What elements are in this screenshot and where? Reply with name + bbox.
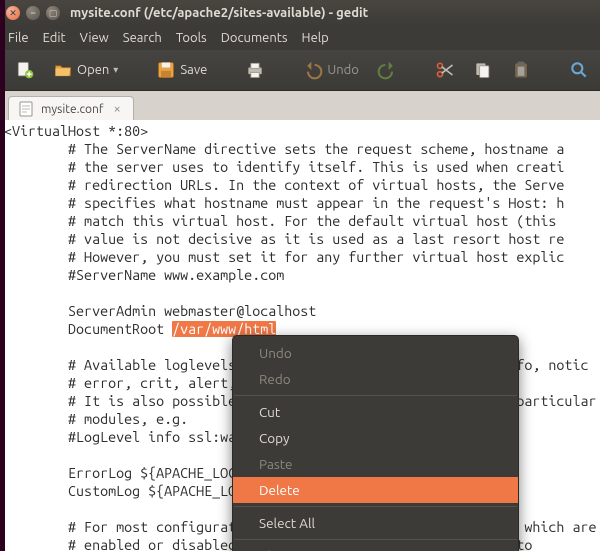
window-controls: ✕ – ▢ <box>6 6 60 20</box>
context-menu-change-case[interactable]: Change Case ▶ <box>233 543 518 551</box>
window-title: mysite.conf (/etc/apache2/sites-availabl… <box>70 6 594 20</box>
context-menu: Undo Redo Cut Copy Paste Delete Select A… <box>232 335 519 551</box>
context-menu-separator <box>234 395 517 396</box>
save-button-label: Save <box>180 63 207 77</box>
search-icon <box>569 60 589 80</box>
document-tab[interactable]: mysite.conf × <box>8 96 134 121</box>
print-button[interactable] <box>240 57 270 83</box>
save-button[interactable]: Save <box>151 57 212 83</box>
context-menu-redo[interactable]: Redo <box>233 366 518 392</box>
window: ✕ – ▢ mysite.conf (/etc/apache2/sites-av… <box>0 0 600 551</box>
menubar: File Edit View Search Tools Documents He… <box>0 26 600 50</box>
find-button[interactable] <box>564 57 594 83</box>
cut-button[interactable] <box>430 57 460 83</box>
launcher-sliver <box>0 0 5 551</box>
context-menu-cut[interactable]: Cut <box>233 399 518 425</box>
save-icon <box>156 60 176 80</box>
scissors-icon <box>435 60 455 80</box>
maximize-window-button[interactable]: ▢ <box>46 6 60 20</box>
titlebar: ✕ – ▢ mysite.conf (/etc/apache2/sites-av… <box>0 0 600 26</box>
context-menu-paste[interactable]: Paste <box>233 451 518 477</box>
document-icon <box>19 101 33 117</box>
context-menu-undo[interactable]: Undo <box>233 340 518 366</box>
copy-icon <box>473 60 493 80</box>
menu-view[interactable]: View <box>80 31 109 45</box>
open-button[interactable]: Open ▾ <box>48 57 123 83</box>
folder-open-icon <box>53 60 73 80</box>
undo-button[interactable]: Undo <box>298 57 364 83</box>
menu-edit[interactable]: Edit <box>43 31 66 45</box>
new-document-icon <box>15 60 35 80</box>
context-menu-select-all[interactable]: Select All <box>233 510 518 536</box>
printer-icon <box>245 60 265 80</box>
open-dropdown-arrow[interactable]: ▾ <box>113 64 118 76</box>
close-window-button[interactable]: ✕ <box>6 6 20 20</box>
new-document-button[interactable] <box>10 57 40 83</box>
menu-documents[interactable]: Documents <box>221 31 288 45</box>
undo-button-label: Undo <box>327 63 359 77</box>
context-menu-delete[interactable]: Delete <box>233 477 518 503</box>
tab-label: mysite.conf <box>41 103 104 116</box>
copy-button[interactable] <box>468 57 498 83</box>
menu-tools[interactable]: Tools <box>176 31 207 45</box>
context-menu-copy[interactable]: Copy <box>233 425 518 451</box>
menu-search[interactable]: Search <box>123 31 162 45</box>
redo-button[interactable] <box>372 57 402 83</box>
minimize-window-button[interactable]: – <box>26 6 40 20</box>
editor-text-before: <VirtualHost *:80> # The ServerName dire… <box>4 123 564 337</box>
redo-icon <box>377 60 397 80</box>
menu-file[interactable]: File <box>8 31 29 45</box>
undo-icon <box>303 60 323 80</box>
context-menu-separator <box>234 506 517 507</box>
paste-icon <box>511 60 531 80</box>
toolbar: Open ▾ Save Undo <box>0 50 600 91</box>
menu-help[interactable]: Help <box>302 31 329 45</box>
open-button-label: Open <box>77 63 109 77</box>
tabbar: mysite.conf × <box>0 91 600 122</box>
paste-button[interactable] <box>506 57 536 83</box>
context-menu-separator <box>234 539 517 540</box>
tab-close-button[interactable]: × <box>112 102 123 116</box>
